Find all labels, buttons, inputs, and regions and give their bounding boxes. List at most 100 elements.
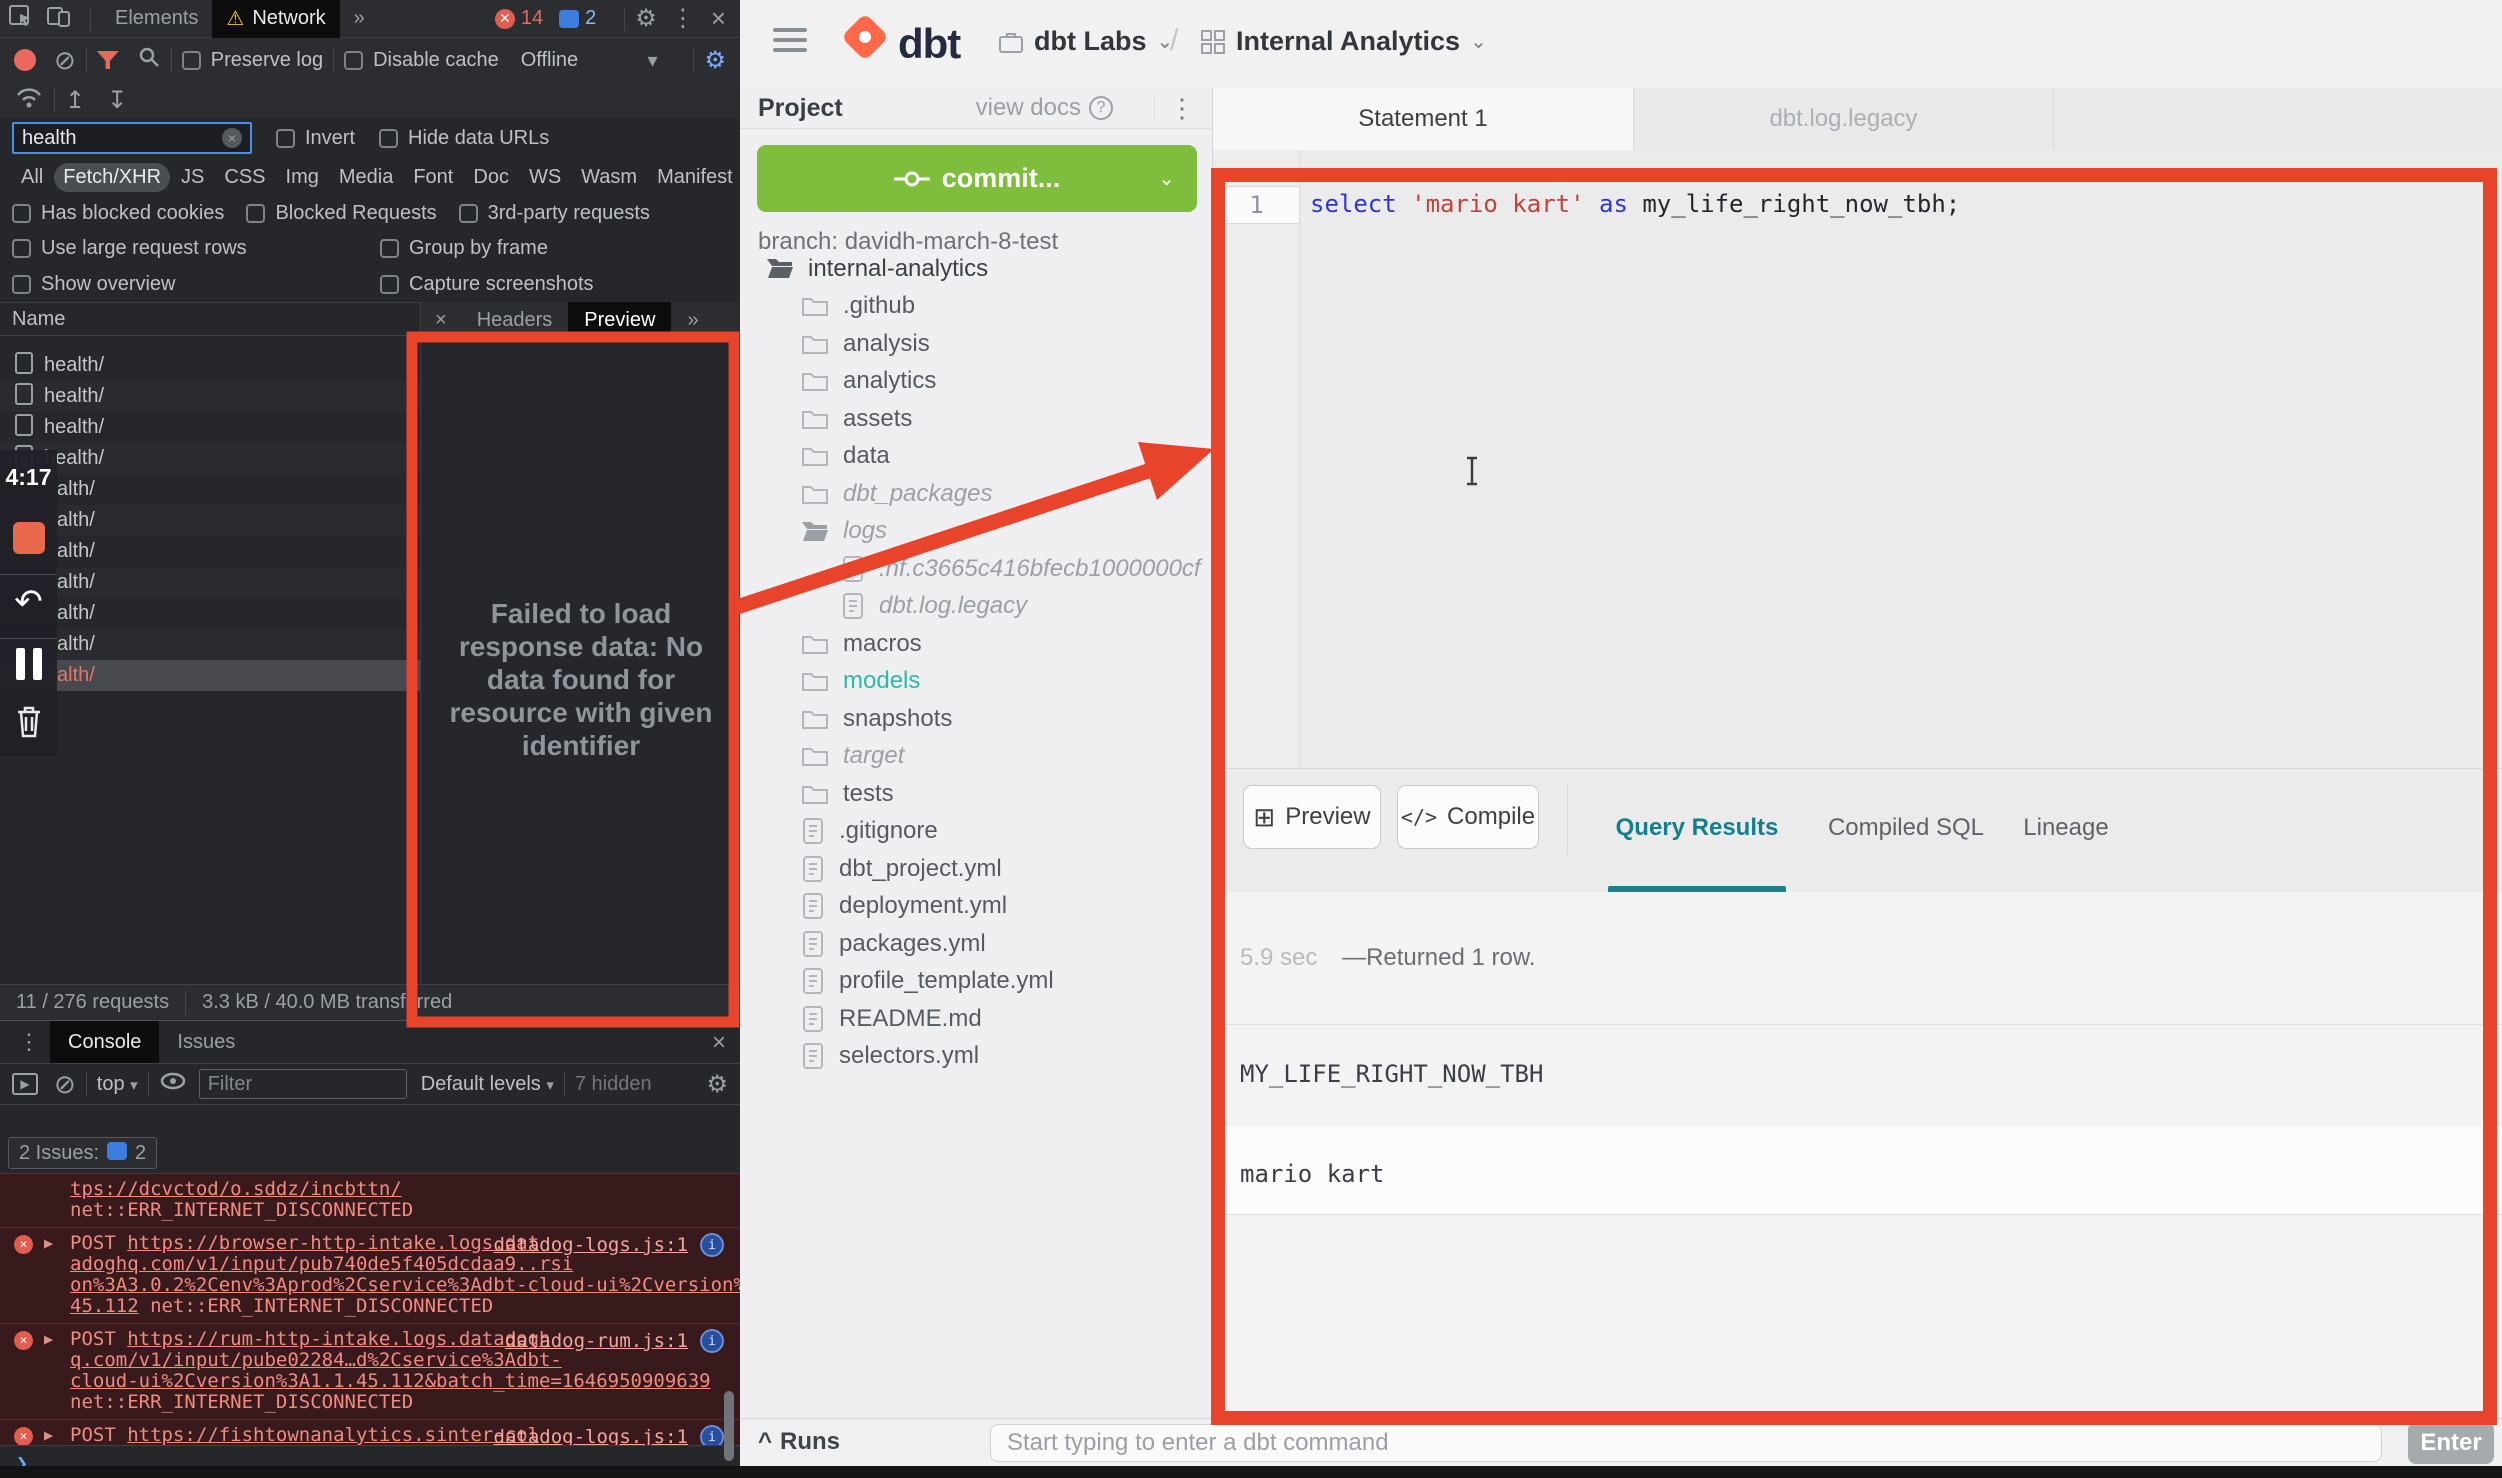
filter-pill-fetch-xhr[interactable]: Fetch/XHR [54,163,170,192]
request-row-health-0[interactable]: health/ [0,350,420,381]
filter-pill-font[interactable]: Font [404,163,462,192]
expand-triangle-icon[interactable]: ▶ [44,1234,53,1252]
tree-item-readme-md[interactable]: README.md [740,1000,1213,1038]
close-console-icon[interactable]: × [712,1029,726,1057]
filter-pill-media[interactable]: Media [330,163,402,192]
close-devtools-icon[interactable]: × [711,3,726,34]
hamburger-menu-icon[interactable] [773,28,807,52]
filter-pill-css[interactable]: CSS [215,163,274,192]
device-toolbar-icon[interactable] [46,4,72,34]
tree-item-dbt-project-yml[interactable]: dbt_project.yml [740,850,1213,888]
network-filter-input[interactable]: health × [12,122,252,154]
request-row-alth-5[interactable]: alth/ [0,505,420,536]
console-scrollbar[interactable] [724,1391,734,1461]
tab-network[interactable]: ⚠ Network [212,0,339,38]
checkbox-show-overview[interactable]: Show overview [12,273,380,296]
tab-preview[interactable]: Preview [568,302,671,338]
tree-item-gitignore[interactable]: .gitignore [740,813,1213,851]
tree-item-dbt-log-legacy[interactable]: dbt.log.legacy [740,588,1213,626]
tree-item-internal-analytics[interactable]: internal-analytics [740,250,1213,288]
error-count-badge[interactable]: ✕ 14 [495,7,543,30]
compile-button[interactable]: </> Compile [1397,785,1539,849]
sql-code-line[interactable]: select 'mario kart' as my_life_right_now… [1310,190,1960,218]
request-row-health-3[interactable]: health/ [0,443,420,474]
requests-name-header[interactable]: Name [0,302,420,336]
expand-triangle-icon[interactable]: ▶ [44,1426,53,1444]
disable-cache-checkbox[interactable]: Disable cache [344,49,499,72]
stop-recording-button[interactable] [0,522,57,554]
clear-filter-icon[interactable]: × [222,128,242,148]
checkbox-blocked-requests[interactable]: Blocked Requests [246,202,436,225]
checkbox-group-by-frame[interactable]: Group by frame [380,237,548,260]
request-row-alth-8[interactable]: alth/ [0,598,420,629]
filter-pill-ws[interactable]: WS [520,163,570,192]
filter-funnel-icon[interactable] [97,51,119,69]
tree-item-data[interactable]: data [740,438,1213,476]
error-url-link[interactable]: q.com/v1/input/pube02284…d%2Cservice%3Ad… [70,1349,562,1371]
sidebar-kebab-icon[interactable]: ⋮ [1169,93,1195,124]
filter-pill-wasm[interactable]: Wasm [572,163,646,192]
issues-count-badge[interactable]: 2 [559,7,596,30]
tree-item-deployment-yml[interactable]: deployment.yml [740,888,1213,926]
project-switcher[interactable]: Internal Analytics ⌄ [1200,26,1487,57]
console-settings-gear-icon[interactable]: ⚙ [706,1070,728,1099]
kebab-menu-icon[interactable]: ⋮ [671,4,695,33]
error-source-link[interactable]: datadog-logs.js:1 [494,1234,688,1256]
tab-lineage[interactable]: Lineage [2016,769,2116,886]
console-error-1[interactable]: ✕▶POST https://browser-http-intake.logs.… [0,1227,740,1323]
tree-item-macros[interactable]: macros [740,625,1213,663]
expand-triangle-icon[interactable]: ▶ [44,1330,53,1348]
log-levels-dropdown[interactable]: Default levels ▾ [421,1073,554,1096]
search-icon[interactable] [137,45,161,75]
error-url-link[interactable]: https://rum-http-intake.logs.datadogh [127,1328,550,1350]
tree-item-analysis[interactable]: analysis [740,325,1213,363]
context-selector[interactable]: top ▾ [97,1073,138,1096]
console-error-2[interactable]: ✕▶POST https://rum-http-intake.logs.data… [0,1323,740,1419]
throttling-dropdown[interactable]: Offline [521,49,578,72]
tree-item-analytics[interactable]: analytics [740,363,1213,401]
console-filter-input[interactable]: Filter [199,1069,407,1099]
request-row-health-1[interactable]: health/ [0,381,420,412]
preserve-log-checkbox[interactable]: Preserve log [182,49,323,72]
network-settings-gear-icon[interactable]: ⚙ [704,46,726,75]
checkbox-3rd-party-requests[interactable]: 3rd-party requests [459,202,650,225]
tree-item-nf-c3665c416bfecb1000000cf[interactable]: .nf.c3665c416bfecb1000000cf [740,550,1213,588]
tree-item-target[interactable]: target [740,738,1213,776]
tab-elements[interactable]: Elements [101,0,212,38]
throttling-chevron-icon[interactable]: ▾ [647,48,657,73]
tree-item-logs[interactable]: logs [740,513,1213,551]
request-row-health-2[interactable]: health/ [0,412,420,443]
commit-dropdown-chevron[interactable]: ⌄ [1158,166,1175,191]
request-row-alth-6[interactable]: alth/ [0,536,420,567]
result-row[interactable] [1213,1126,2502,1214]
request-row-alth-4[interactable]: alth/ [0,474,420,505]
tree-item-profile-template-yml[interactable]: profile_template.yml [740,963,1213,1001]
filter-pill-img[interactable]: Img [277,163,328,192]
account-switcher[interactable]: dbt Labs ⌄ [998,26,1173,57]
error-url-link[interactable]: on%3A3.0.2%2Cenv%3Aprod%2Cservice%3Adbt-… [70,1274,740,1296]
issues-bar[interactable]: 2 Issues: 2 [8,1137,157,1169]
checkbox-has-blocked-cookies[interactable]: Has blocked cookies [12,202,224,225]
tab-issues[interactable]: Issues [159,1021,253,1063]
initiator-badge-icon[interactable]: i [700,1425,724,1445]
tab-query-results[interactable]: Query Results [1608,769,1786,886]
tree-item-packages-yml[interactable]: packages.yml [740,925,1213,963]
close-details-icon[interactable]: × [421,309,461,332]
clear-network-log-icon[interactable]: ⊘ [54,45,76,76]
tree-item-selectors-yml[interactable]: selectors.yml [740,1038,1213,1076]
hide-data-urls-checkbox[interactable]: Hide data URLs [379,127,549,150]
console-kebab-icon[interactable]: ⋮ [8,1029,50,1055]
error-source-link[interactable]: datadog-rum.js:1 [505,1330,688,1352]
error-url-link[interactable]: cloud-ui%2Cversion%3A1.1.45.112&batch_ti… [70,1370,711,1392]
filter-pill-all[interactable]: All [12,163,52,192]
error-source-link[interactable]: datadog-logs.js:1 [494,1426,688,1445]
request-row-alth-9[interactable]: alth/ [0,629,420,660]
delete-recording-icon[interactable] [0,702,57,740]
initiator-badge-icon[interactable]: i [700,1233,724,1257]
tree-item-dbt-packages[interactable]: dbt_packages [740,475,1213,513]
clear-console-icon[interactable]: ⊘ [54,1069,76,1100]
console-error-3[interactable]: ✕▶POST https://fishtownanalytics.sinter-… [0,1419,740,1445]
details-more-chevron[interactable]: » [671,302,714,338]
enter-button[interactable]: Enter [2408,1422,2494,1464]
commit-button[interactable]: commit... ⌄ [757,145,1197,212]
